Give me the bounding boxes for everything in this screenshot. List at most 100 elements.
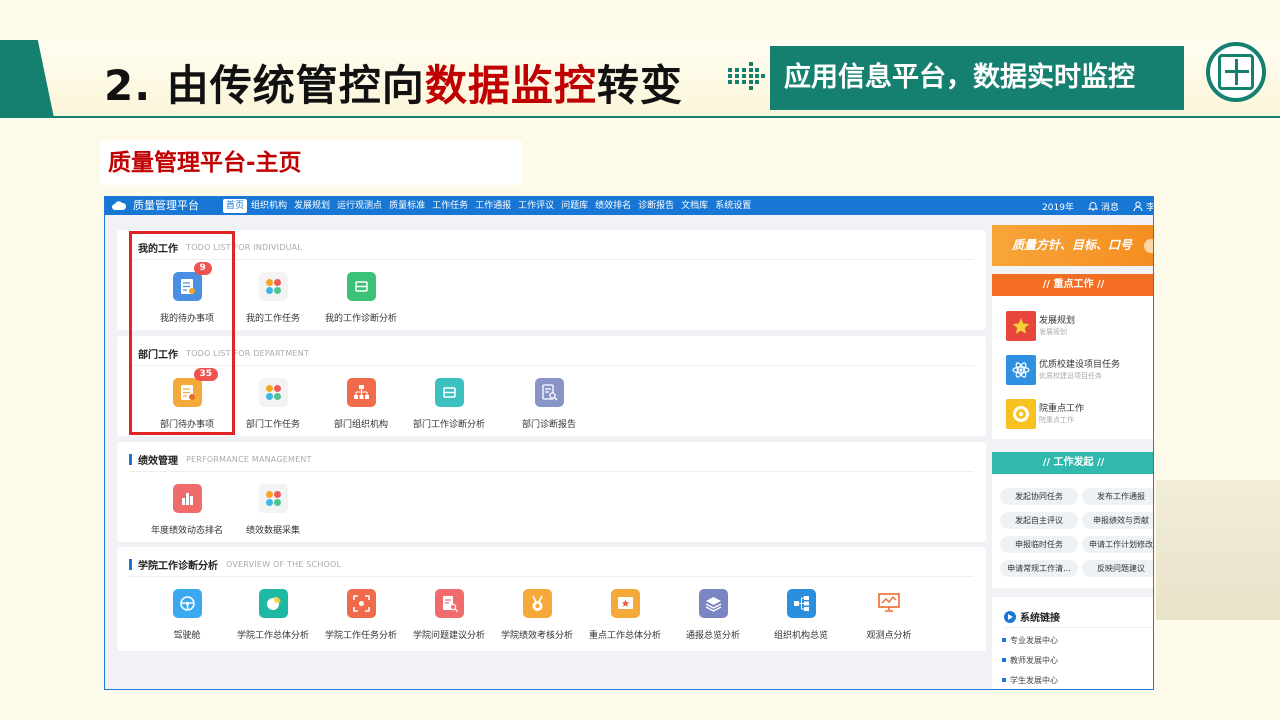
- nav-tasks[interactable]: 工作任务: [429, 199, 471, 213]
- year-selector[interactable]: 2019年: [1042, 200, 1074, 213]
- panel-school: 学院工作诊断分析 OVERVIEW OF THE SCHOOL 驾驶舱 学院工作…: [117, 547, 986, 651]
- pie-chart-icon: [258, 589, 288, 618]
- nav-org[interactable]: 组织机构: [248, 199, 290, 213]
- panel-title: 绩效管理: [138, 455, 178, 467]
- panel-dept-work: 部门工作 TODO LIST FOR DEPARTMENT 35 部门待办事项 …: [117, 336, 986, 436]
- pill-self-review[interactable]: 发起自主评议: [1000, 512, 1078, 529]
- tile-key-work-overall[interactable]: 重点工作总体分析: [577, 589, 673, 641]
- cloud-logo-icon: [112, 201, 127, 210]
- link-student-dev[interactable]: 学生发展中心: [1002, 675, 1058, 686]
- callout-box: 应用信息平台，数据实时监控: [770, 46, 1184, 110]
- nav-issues[interactable]: 问题库: [558, 199, 591, 213]
- app-topbar: 质量管理平台 首页 组织机构 发展规划 运行观测点 质量标准 工作任务 工作通报…: [105, 197, 1153, 215]
- tile-annual-ranking[interactable]: 年度绩效动态排名: [139, 484, 235, 536]
- panel-performance: 绩效管理 PERFORMANCE MANAGEMENT 年度绩效动态排名 绩效数…: [117, 442, 986, 542]
- link-teacher-dev[interactable]: 教师发展中心: [1002, 655, 1058, 666]
- key-work-header: // 重点工作 //: [992, 274, 1153, 296]
- tile-performance-collect[interactable]: 绩效数据采集: [225, 484, 321, 536]
- tile-notice-overview[interactable]: 通报总览分析: [665, 589, 761, 641]
- tile-label: 观测点分析: [866, 631, 912, 641]
- pill-collab-task[interactable]: 发起协同任务: [1000, 488, 1078, 505]
- tile-dept-diagnosis[interactable]: 部门工作诊断分析: [401, 378, 497, 430]
- tree-structure-icon: [786, 589, 816, 618]
- layers-icon: [698, 589, 728, 618]
- header-line: [0, 116, 1280, 118]
- background-building: [1156, 480, 1280, 620]
- panel-subtitle: OVERVIEW OF THE SCHOOL: [226, 559, 342, 569]
- nav-reports[interactable]: 诊断报告: [635, 199, 677, 213]
- nav-notices[interactable]: 工作通报: [472, 199, 514, 213]
- messages-button[interactable]: 消息: [1087, 200, 1119, 213]
- tile-observation-analysis[interactable]: 观测点分析: [841, 589, 937, 641]
- tile-school-performance[interactable]: 学院绩效考核分析: [489, 589, 585, 641]
- tile-label: 学院工作总体分析: [236, 631, 309, 641]
- tile-label: 年度绩效动态排名: [150, 526, 223, 536]
- tile-school-overall[interactable]: 学院工作总体分析: [225, 589, 321, 641]
- tile-school-issues[interactable]: 学院问题建议分析: [401, 589, 497, 641]
- nav-review[interactable]: 工作评议: [515, 199, 557, 213]
- user-icon: [1133, 201, 1143, 211]
- pill-report-issue[interactable]: 反映问题建议: [1082, 560, 1153, 577]
- sub-label: 质量管理平台-主页: [100, 141, 522, 185]
- divider: [129, 365, 974, 366]
- play-circle-icon: [1004, 610, 1016, 623]
- tile-my-diagnosis[interactable]: 我的工作诊断分析: [313, 272, 409, 324]
- tile-label: 学院工作任务分析: [324, 631, 397, 641]
- pill-plan-change[interactable]: 申请工作计划修改: [1082, 536, 1153, 553]
- tile-org-overview[interactable]: 组织机构总览: [753, 589, 849, 641]
- nav-docs[interactable]: 文档库: [678, 199, 711, 213]
- links-title-text: 系统链接: [1020, 613, 1060, 624]
- target-icon: [1006, 399, 1036, 429]
- pill-publish-notice[interactable]: 发布工作通报: [1082, 488, 1153, 505]
- tile-my-tasks[interactable]: 我的工作任务: [225, 272, 321, 324]
- app-name: 质量管理平台: [133, 199, 199, 212]
- tile-label: 重点工作总体分析: [588, 631, 661, 641]
- tile-cockpit[interactable]: 驾驶舱: [139, 589, 235, 641]
- medal-icon: [522, 589, 552, 618]
- item-subtitle: 优质校建设项目任务: [1039, 372, 1102, 380]
- atom-icon: [1006, 355, 1036, 385]
- initiate-header: // 工作发起 //: [992, 452, 1153, 474]
- pill-temp-task[interactable]: 申报临时任务: [1000, 536, 1078, 553]
- platform-screenshot: 质量管理平台 首页 组织机构 发展规划 运行观测点 质量标准 工作任务 工作通报…: [104, 196, 1154, 690]
- tile-dept-org[interactable]: 部门组织机构: [313, 378, 409, 430]
- item-subtitle: 院重点工作: [1039, 416, 1074, 424]
- pill-routine-list[interactable]: 申请常规工作清...: [1000, 560, 1078, 577]
- arrow-icon: [728, 62, 765, 90]
- nav-observation[interactable]: 运行观测点: [334, 199, 385, 213]
- apps-grid-icon: [258, 484, 288, 513]
- link-major-dev[interactable]: 专业发展中心: [1002, 635, 1058, 646]
- nav-settings[interactable]: 系统设置: [712, 199, 754, 213]
- quality-policy-banner[interactable]: 质量方针、目标、口号: [992, 225, 1153, 266]
- nav-ranking[interactable]: 绩效排名: [592, 199, 634, 213]
- tile-label: 部门工作任务: [245, 420, 300, 430]
- tile-label: 组织机构总览: [773, 631, 828, 641]
- user-menu[interactable]: 李: [1133, 200, 1153, 213]
- key-work-box: 发展规划 发展规划 优质校建设项目任务 优质校建设项目任务 院重点工作 院重点工…: [992, 296, 1153, 439]
- item-subtitle: 发展规划: [1039, 328, 1067, 336]
- tile-label: 我的工作诊断分析: [324, 314, 397, 324]
- list-lines-icon: [346, 272, 376, 301]
- bell-icon: [1087, 202, 1098, 211]
- messages-label: 消息: [1100, 202, 1119, 213]
- nav-home[interactable]: 首页: [223, 199, 248, 213]
- tile-school-tasks[interactable]: 学院工作任务分析: [313, 589, 409, 641]
- slide-header: 2. 由传统管控向数据监控转变 应用信息平台，数据实时监控: [0, 40, 1280, 118]
- tile-label: 绩效数据采集: [245, 526, 300, 536]
- nav-standards[interactable]: 质量标准: [386, 199, 428, 213]
- star-flag-icon: [1006, 311, 1036, 341]
- tile-dept-tasks[interactable]: 部门工作任务: [225, 378, 321, 430]
- tile-label: 部门组织机构: [333, 420, 388, 430]
- system-links-title: 系统链接: [1004, 609, 1060, 624]
- initiate-box: 发起协同任务 发布工作通报 发起自主评议 申报绩效与贡献 申报临时任务 申请工作…: [992, 474, 1153, 588]
- bar-chart-icon: [172, 484, 202, 513]
- user-name: 李: [1146, 200, 1153, 213]
- panel-bar: [129, 558, 132, 570]
- item-title: 院重点工作: [1039, 404, 1085, 414]
- pill-declare-performance[interactable]: 申报绩效与贡献: [1082, 512, 1153, 529]
- item-title: 发展规划: [1039, 316, 1076, 326]
- list-lines-icon: [434, 378, 464, 407]
- focus-frame-icon: [346, 589, 376, 618]
- tile-dept-report[interactable]: 部门诊断报告: [501, 378, 597, 430]
- nav-plan[interactable]: 发展规划: [291, 199, 333, 213]
